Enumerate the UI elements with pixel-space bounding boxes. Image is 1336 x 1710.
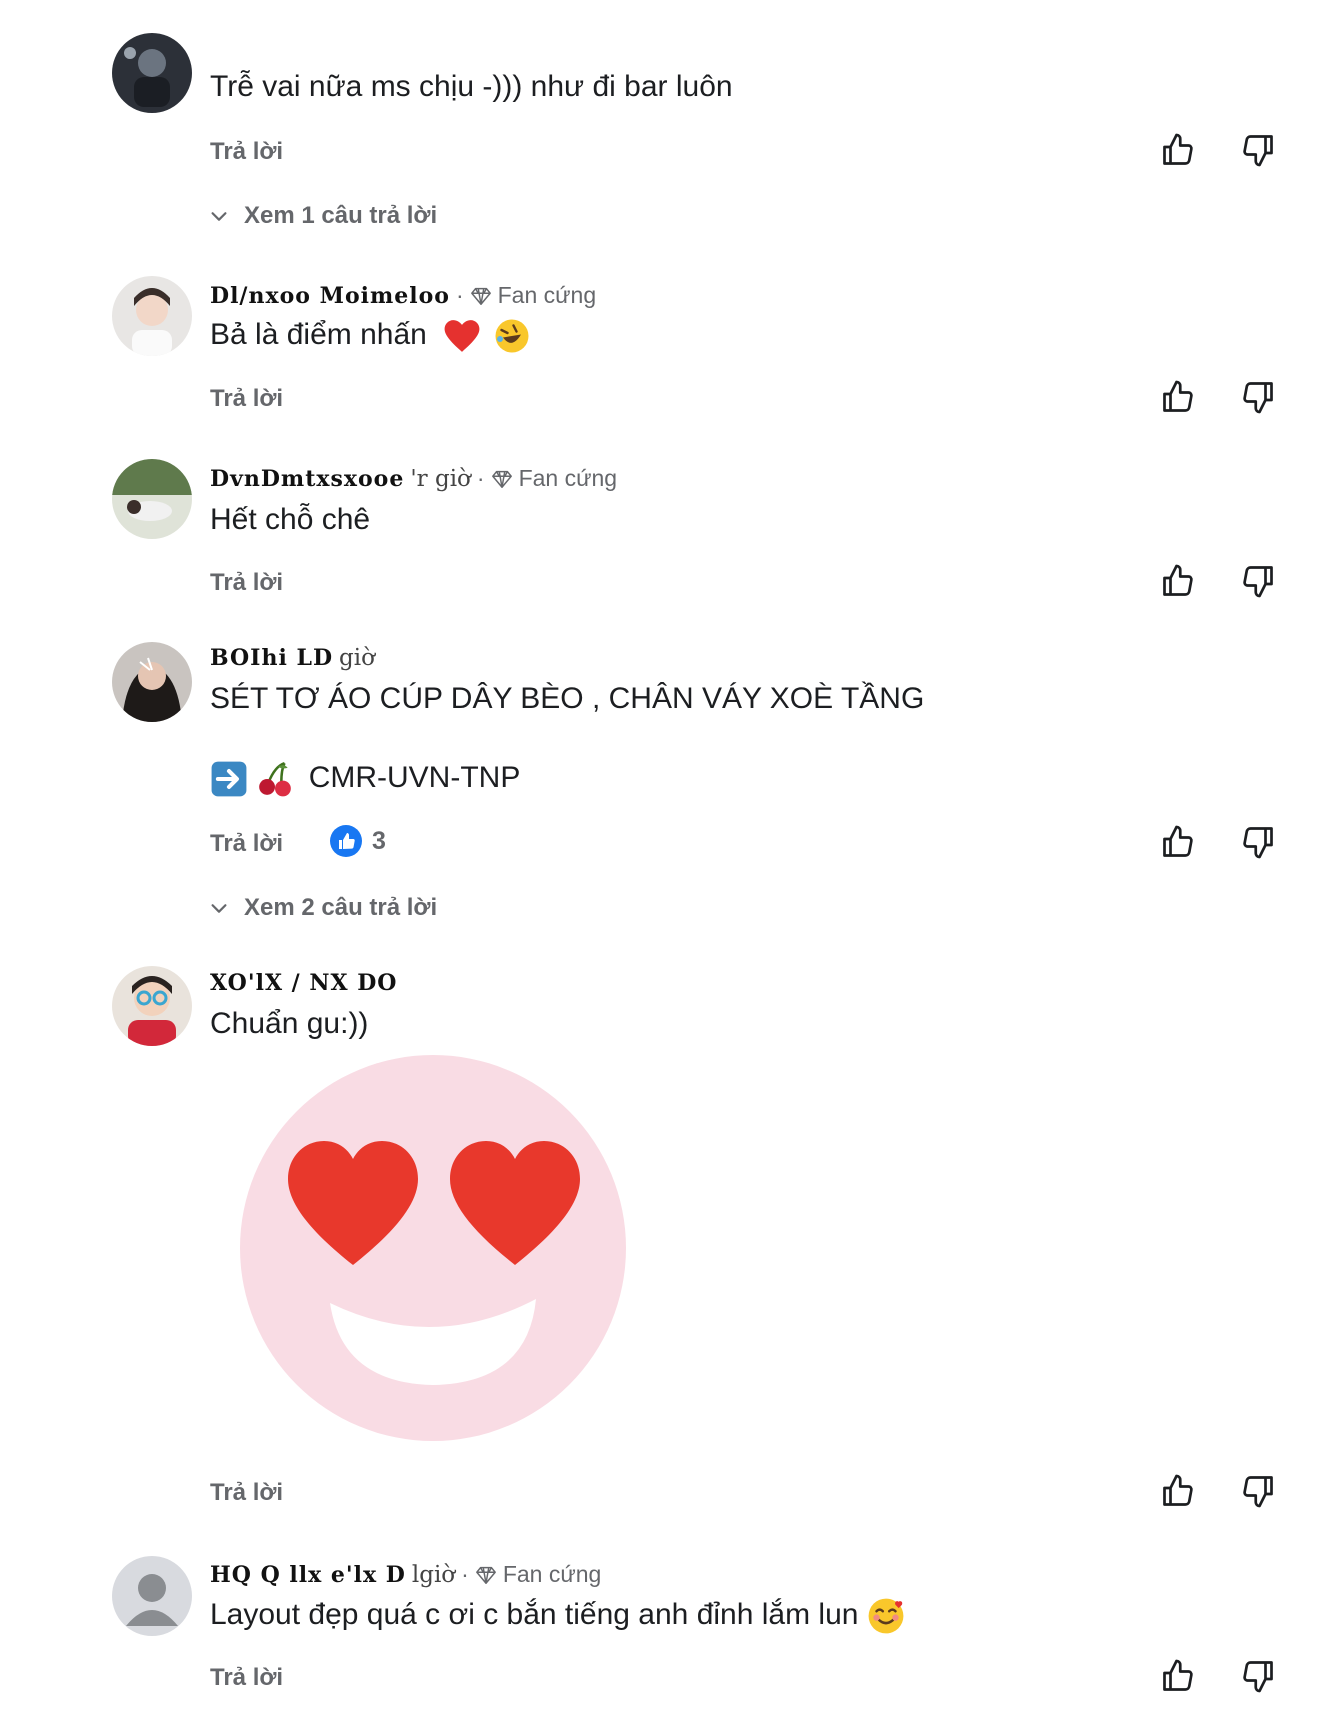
view-replies-button[interactable]: Xem 2 câu trả lời xyxy=(208,894,437,922)
red-heart-emoji-icon xyxy=(444,320,480,352)
reply-button[interactable]: Trả lời xyxy=(210,1479,283,1507)
dislike-icon[interactable] xyxy=(1240,1473,1276,1509)
like-icon[interactable] xyxy=(1160,1473,1196,1509)
reply-button[interactable]: Trả lời xyxy=(210,1664,283,1692)
cherries-emoji-icon xyxy=(259,761,292,797)
like-icon[interactable] xyxy=(1160,563,1196,599)
comment-meta: DvnDmtxsxooe 'r giờ · Fan cứng xyxy=(210,465,617,492)
like-count-value: 3 xyxy=(372,826,386,855)
reply-button[interactable]: Trả lời xyxy=(210,569,283,597)
avatar[interactable] xyxy=(112,1556,192,1636)
comment-text: Layout đẹp quá c ơi c bắn tiếng anh đỉnh… xyxy=(210,1597,859,1631)
right-arrow-emoji-icon xyxy=(211,761,247,797)
rolling-laughing-emoji-icon xyxy=(495,319,528,353)
avatar[interactable] xyxy=(112,33,192,113)
dislike-icon[interactable] xyxy=(1240,132,1276,168)
blue-like-icon xyxy=(330,825,362,857)
view-replies-label: Xem 1 câu trả lời xyxy=(244,202,438,229)
comment-time: lgiờ xyxy=(411,1561,456,1588)
comment-time: giờ xyxy=(339,645,375,671)
like-icon[interactable] xyxy=(1160,379,1196,415)
smiling-hearts-emoji-icon xyxy=(868,1598,904,1634)
comment-meta: XO'lX / NX DO xyxy=(210,970,397,996)
diamond-icon xyxy=(491,468,513,490)
separator-dot: · xyxy=(461,1561,469,1587)
avatar[interactable] xyxy=(112,459,192,539)
comment-text: Hết chỗ chê xyxy=(210,503,371,536)
author-name[interactable]: DvnDmtxsxooe xyxy=(210,466,404,492)
like-icon[interactable] xyxy=(1160,824,1196,860)
like-count: 3 xyxy=(330,825,386,857)
separator-dot: · xyxy=(455,282,464,308)
comment-text-row-2: CMR-UVN-TNP xyxy=(210,760,520,798)
separator-dot: · xyxy=(476,465,485,491)
avatar[interactable] xyxy=(112,642,192,722)
comment-text-line-2: CMR-UVN-TNP xyxy=(308,760,521,794)
reply-button[interactable]: Trả lời xyxy=(210,138,283,166)
comment-text: Chuẩn gu:)) xyxy=(210,1007,369,1040)
badge-label: Fan cứng xyxy=(502,1561,602,1587)
dislike-icon[interactable] xyxy=(1240,824,1276,860)
dislike-icon[interactable] xyxy=(1240,379,1276,415)
dislike-icon[interactable] xyxy=(1240,1658,1276,1694)
like-icon[interactable] xyxy=(1160,132,1196,168)
reply-button[interactable]: Trả lời xyxy=(210,830,283,858)
diamond-icon xyxy=(470,285,492,307)
reply-button[interactable]: Trả lời xyxy=(210,385,283,413)
diamond-icon xyxy=(475,1564,497,1586)
chevron-down-icon xyxy=(208,205,230,227)
view-replies-button[interactable]: Xem 1 câu trả lời xyxy=(208,202,437,230)
like-icon[interactable] xyxy=(1160,1658,1196,1694)
heart-eyes-sticker[interactable] xyxy=(238,1053,628,1443)
author-name[interactable]: BOIhi LD xyxy=(210,645,333,671)
chevron-down-icon xyxy=(208,897,230,919)
comment-text-row: Layout đẹp quá c ơi c bắn tiếng anh đỉnh… xyxy=(210,1597,905,1635)
comment-time: 'r giờ xyxy=(410,465,471,492)
author-name[interactable]: XO'lX / NX DO xyxy=(210,970,397,996)
comment-text: Bả là điểm nhấn xyxy=(210,318,427,351)
comment-meta: Dl/nxoo Moimeloo · Fan cứng xyxy=(210,282,596,309)
badge-label: Fan cứng xyxy=(497,282,597,308)
comment-text-row: Bả là điểm nhấn xyxy=(210,318,530,354)
view-replies-label: Xem 2 câu trả lời xyxy=(244,894,438,921)
comment-text-line-1: SÉT TƠ ÁO CÚP DÂY BÈO , CHÂN VÁY XOÈ TẦN… xyxy=(210,682,925,715)
comment-meta: BOIhi LD giờ xyxy=(210,645,375,671)
author-name[interactable]: Dl/nxoo Moimeloo xyxy=(210,283,450,309)
author-name[interactable]: HQ Q llx e'lx D xyxy=(210,1562,406,1588)
dislike-icon[interactable] xyxy=(1240,563,1276,599)
comment-meta: HQ Q llx e'lx D lgiờ · Fan cứng xyxy=(210,1561,601,1588)
comment-text: Trễ vai nữa ms chịu -))) như đi bar luôn xyxy=(210,70,733,103)
avatar[interactable] xyxy=(112,966,192,1046)
badge-label: Fan cứng xyxy=(518,465,618,491)
avatar[interactable] xyxy=(112,276,192,356)
